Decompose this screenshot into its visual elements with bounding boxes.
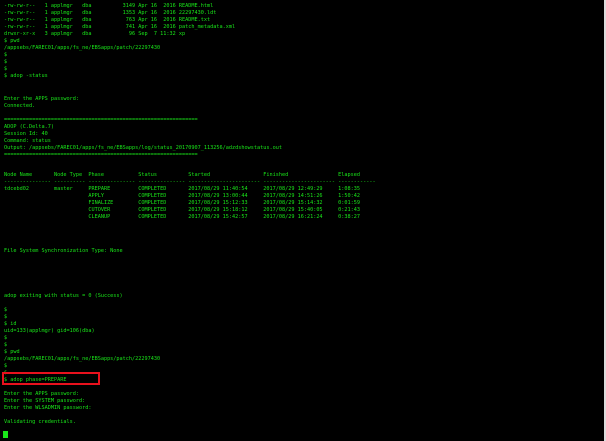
terminal-window[interactable]: -rw-rw-r-- 1 applmgr dba 3149 Apr 16 201… bbox=[0, 0, 604, 441]
terminal-line: $ bbox=[4, 314, 8, 320]
terminal-line: $ bbox=[4, 52, 8, 58]
terminal-line: $ bbox=[4, 66, 8, 72]
terminal-line: $ bbox=[4, 307, 8, 313]
terminal-line: -rw-rw-r-- 1 applmgr dba 1353 Apr 16 201… bbox=[4, 10, 217, 16]
terminal-line: adop exiting with status = 0 (Success) bbox=[4, 293, 123, 299]
status-table-row: CUTOVER COMPLETED 2017/08/29 15:18:12 20… bbox=[4, 207, 361, 213]
terminal-line: ADOP (C.Delta.7) bbox=[4, 124, 54, 130]
terminal-line: $ id bbox=[4, 321, 17, 327]
status-table-header: Node Name Node Type Phase Status Started… bbox=[4, 172, 361, 178]
terminal-line: $ bbox=[4, 335, 8, 341]
terminal-line: $ bbox=[4, 363, 8, 369]
command-highlight-box bbox=[2, 372, 100, 385]
terminal-line: $ pwd bbox=[4, 349, 20, 355]
status-table-row: CLEANUP COMPLETED 2017/08/29 15:42:57 20… bbox=[4, 214, 361, 220]
terminal-line: File System Synchronization Type: None bbox=[4, 248, 123, 254]
terminal-line: -rw-rw-r-- 1 applmgr dba 763 Apr 16 2016… bbox=[4, 17, 211, 23]
terminal-line: Command: status bbox=[4, 138, 51, 144]
terminal-line: Session Id: 40 bbox=[4, 131, 48, 137]
terminal-line: -rw-rw-r-- 1 applmgr dba 741 Apr 16 2016… bbox=[4, 24, 236, 30]
terminal-line: ========================================… bbox=[4, 152, 198, 158]
status-table-row: APPLY COMPLETED 2017/08/29 13:00:44 2017… bbox=[4, 193, 361, 199]
terminal-line: Connected. bbox=[4, 103, 36, 109]
terminal-line: $ pwd bbox=[4, 38, 20, 44]
terminal-line: $ bbox=[4, 59, 8, 65]
status-table-divider: --------------- ---------- -------------… bbox=[4, 179, 376, 185]
terminal-line: Enter the SYSTEM password: bbox=[4, 398, 86, 404]
terminal-line: /appsebs/FAREC01/apps/fs_ne/EBSapps/patc… bbox=[4, 45, 161, 51]
text-cursor bbox=[3, 431, 8, 438]
status-table-row: FINALIZE COMPLETED 2017/08/29 15:12:33 2… bbox=[4, 200, 361, 206]
terminal-line: /appsebs/FAREC01/apps/fs_ne/EBSapps/patc… bbox=[4, 356, 161, 362]
terminal-line: $ bbox=[4, 342, 8, 348]
terminal-line: Enter the APPS password: bbox=[4, 391, 79, 397]
terminal-line: Output: /appsebs/FAREC01/apps/fs_ne/EBSa… bbox=[4, 145, 282, 151]
status-table-row: tdcebd02 master PREPARE COMPLETED 2017/0… bbox=[4, 186, 361, 192]
terminal-line: Enter the APPS password: bbox=[4, 96, 79, 102]
terminal-line: drwxr-xr-x 3 applmgr dba 96 Sep 7 11:32 … bbox=[4, 31, 186, 37]
terminal-line: $ adop -status bbox=[4, 73, 48, 79]
terminal-line: Enter the WLSADMIN password: bbox=[4, 405, 92, 411]
terminal-line: uid=133(applmgr) gid=106(dba) bbox=[4, 328, 95, 334]
terminal-line: Validating credentials. bbox=[4, 419, 76, 425]
terminal-line: -rw-rw-r-- 1 applmgr dba 3149 Apr 16 201… bbox=[4, 3, 214, 9]
terminal-line: ========================================… bbox=[4, 117, 198, 123]
